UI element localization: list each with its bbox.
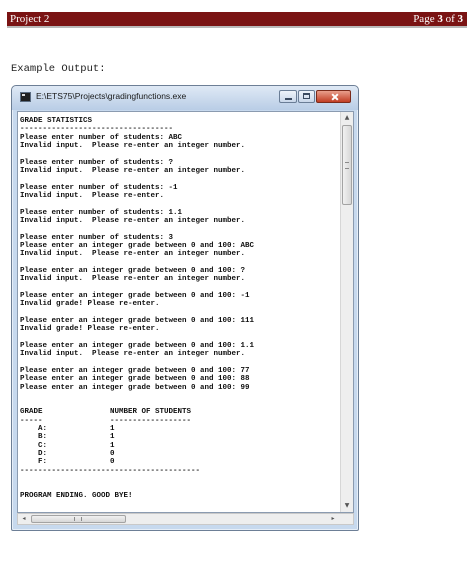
console-line: ---------------------------------- [20, 125, 174, 134]
console-line: Please enter number of students: 1.1 [20, 208, 183, 217]
scroll-up-arrow-icon[interactable]: ▲ [341, 112, 353, 124]
console-line: GRADE NUMBER OF STUDENTS [20, 408, 192, 417]
window-title: E:\ETS75\Projects\gradingfunctions.exe [36, 91, 187, 101]
console-line: Invalid input. Please re-enter an intege… [20, 350, 246, 359]
console-line: F: 0 [20, 458, 115, 467]
window-titlebar[interactable]: E:\ETS75\Projects\gradingfunctions.exe [12, 86, 358, 110]
console-line: Please enter number of students: ABC [20, 133, 183, 142]
console-line: Please enter an integer grade between 0 … [20, 291, 250, 300]
page-prefix: Page [413, 13, 438, 25]
horizontal-scrollbar[interactable]: ◂ ▸ [17, 513, 354, 525]
console-line: Please enter an integer grade between 0 … [20, 316, 255, 325]
horizontal-scroll-thumb[interactable] [31, 515, 126, 523]
page-total: 3 [457, 13, 464, 25]
console-line: Invalid input. Please re-enter an intege… [20, 141, 246, 150]
console-window: E:\ETS75\Projects\gradingfunctions.exe G… [11, 85, 359, 531]
console-line: Invalid input. Please re-enter an intege… [20, 250, 246, 259]
project-title: Project 2 [10, 13, 50, 25]
console-line: ----- ------------------ [20, 416, 192, 425]
console-line: Invalid grade! Please re-enter. [20, 325, 160, 334]
page-of: of [442, 13, 458, 25]
scroll-right-arrow-icon[interactable]: ▸ [327, 514, 339, 524]
console-line: Please enter an integer grade between 0 … [20, 375, 250, 384]
console-line: Please enter an integer grade between 0 … [20, 366, 250, 375]
console-line: D: 0 [20, 450, 115, 459]
console-line: Please enter number of students: 3 [20, 233, 174, 242]
page-indicator: Page 3 of 3 [413, 12, 463, 26]
console-line: Please enter number of students: ? [20, 158, 174, 167]
close-icon[interactable] [316, 90, 351, 103]
console-line: GRADE STATISTICS [20, 117, 93, 125]
console-line: Please enter number of students: -1 [20, 183, 178, 192]
console-line: Please enter an integer grade between 0 … [20, 241, 255, 250]
maximize-icon[interactable] [298, 90, 315, 103]
console-line: C: 1 [20, 441, 115, 450]
example-output-label: Example Output: [11, 63, 106, 75]
document-header-bar: Project 2 Page 3 of 3 [7, 12, 467, 28]
console-line: B: 1 [20, 433, 115, 442]
vertical-scroll-thumb[interactable] [342, 125, 352, 205]
console-line: Please enter an integer grade between 0 … [20, 266, 246, 275]
console-line: A: 1 [20, 425, 115, 434]
console-line: Please enter an integer grade between 0 … [20, 341, 255, 350]
scroll-left-arrow-icon[interactable]: ◂ [18, 514, 30, 524]
console-line: ---------------------------------------- [20, 466, 201, 475]
console-line: Invalid input. Please re-enter an intege… [20, 216, 246, 225]
console-line: PROGRAM ENDING. GOOD BYE! [20, 491, 133, 500]
scroll-grip-icon [74, 517, 82, 521]
console-line: Invalid input. Please re-enter an intege… [20, 275, 246, 284]
console-text: GRADE STATISTICS ------------------------… [20, 117, 340, 500]
console-output-area[interactable]: GRADE STATISTICS ------------------------… [17, 111, 354, 513]
scroll-grip-icon [345, 162, 349, 169]
console-line: Invalid input. Please re-enter. [20, 191, 165, 200]
console-app-icon[interactable] [20, 92, 31, 102]
minimize-icon[interactable] [279, 90, 297, 103]
console-line: Invalid grade! Please re-enter. [20, 300, 160, 309]
vertical-scrollbar[interactable]: ▲ ▼ [340, 112, 353, 512]
console-line: Please enter an integer grade between 0 … [20, 383, 250, 392]
console-line: Invalid input. Please re-enter an intege… [20, 166, 246, 175]
scroll-down-arrow-icon[interactable]: ▼ [341, 500, 353, 512]
